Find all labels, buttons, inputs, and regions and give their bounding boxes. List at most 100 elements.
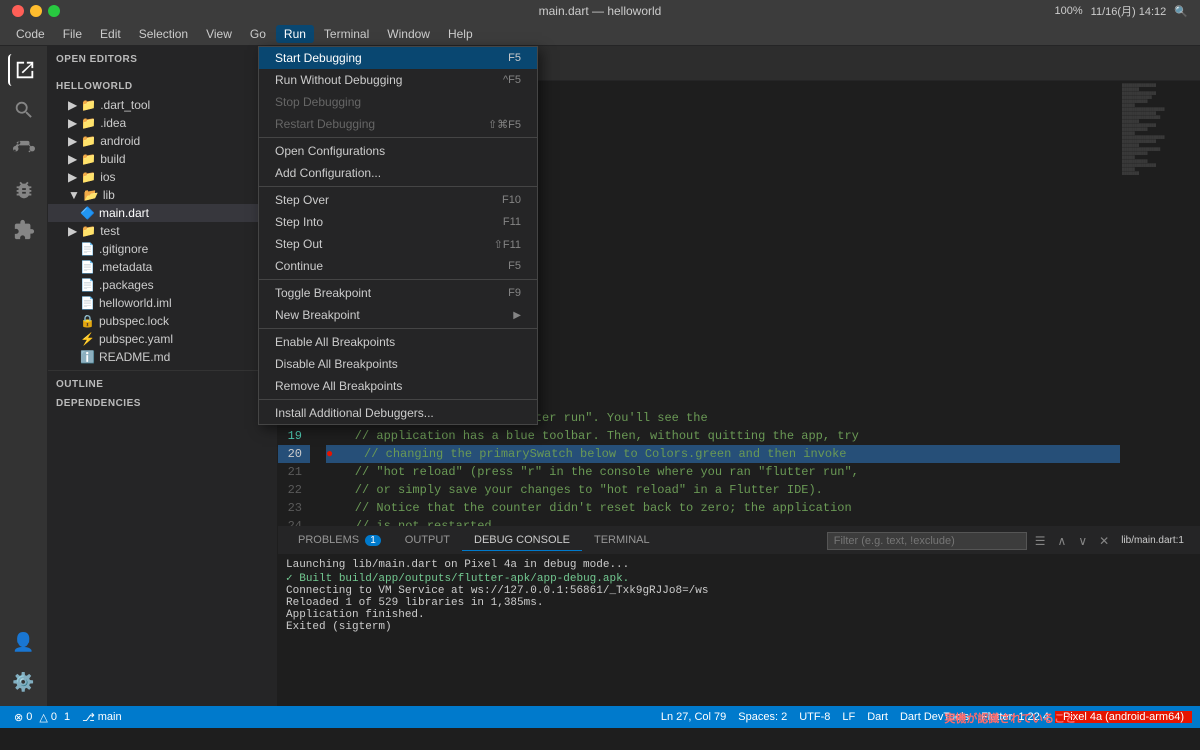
explorer-section: HELLOWORLD ▶ 📁 .dart_tool ▶ 📁 .idea ▶ 📁 … bbox=[48, 73, 277, 370]
activity-bottom: 👤 ⚙️ bbox=[8, 626, 40, 698]
menu-file[interactable]: File bbox=[55, 25, 90, 43]
sidebar-item-pubspec-lock[interactable]: 🔒 pubspec.lock bbox=[48, 312, 277, 330]
activity-extensions[interactable] bbox=[8, 214, 40, 246]
menu-continue[interactable]: Continue F5 bbox=[259, 255, 537, 277]
sidebar-item-idea[interactable]: ▶ 📁 .idea bbox=[48, 114, 277, 132]
activity-debug[interactable] bbox=[8, 174, 40, 206]
search-icon[interactable]: 🔍 bbox=[1174, 5, 1188, 18]
maximize-btn[interactable] bbox=[48, 5, 60, 17]
menu-code[interactable]: Code bbox=[8, 25, 53, 43]
menu-add-configuration[interactable]: Add Configuration... bbox=[259, 162, 537, 184]
statusbar-errors[interactable]: ⊗ 0 △ 0 1 bbox=[8, 711, 76, 724]
folder-icon: 📁 bbox=[81, 224, 96, 238]
lock-icon: 🔒 bbox=[80, 314, 95, 328]
file-icon: ℹ️ bbox=[80, 350, 95, 364]
chevron-right-icon: ▶ bbox=[68, 224, 77, 238]
panel-tab-problems[interactable]: PROBLEMS 1 bbox=[286, 530, 393, 551]
statusbar-language[interactable]: Dart bbox=[861, 711, 894, 723]
panel-list-view-icon[interactable]: ☰ bbox=[1031, 532, 1050, 550]
file-icon: 📄 bbox=[80, 260, 95, 274]
panel-content: Launching lib/main.dart on Pixel 4a in d… bbox=[278, 555, 1200, 706]
menu-selection[interactable]: Selection bbox=[131, 25, 196, 43]
menu-install-additional-debuggers[interactable]: Install Additional Debuggers... bbox=[259, 402, 537, 424]
panel-down-icon[interactable]: ∨ bbox=[1074, 532, 1091, 550]
menu-step-out[interactable]: Step Out ⇧F11 bbox=[259, 233, 537, 255]
menu-window[interactable]: Window bbox=[379, 25, 438, 43]
panel-tab-output[interactable]: OUTPUT bbox=[393, 530, 462, 551]
sidebar-item-lib[interactable]: ▼ 📂 lib bbox=[48, 186, 277, 204]
separator bbox=[259, 328, 537, 329]
dependencies-section[interactable]: DEPENDENCIES bbox=[48, 394, 277, 413]
minimap: ████████████████ ████████ ██████████████… bbox=[1120, 81, 1200, 526]
close-btn[interactable] bbox=[12, 5, 24, 17]
sidebar-item-main-dart[interactable]: 🔷 main.dart bbox=[48, 204, 277, 222]
sidebar-item-readme[interactable]: ℹ️ README.md bbox=[48, 348, 277, 366]
sidebar: OPEN EDITORS HELLOWORLD ▶ 📁 .dart_tool ▶… bbox=[48, 46, 278, 706]
chevron-right-icon: ▶ bbox=[68, 134, 77, 148]
menu-go[interactable]: Go bbox=[242, 25, 274, 43]
menu-terminal[interactable]: Terminal bbox=[316, 25, 377, 43]
sidebar-item-test[interactable]: ▶ 📁 test bbox=[48, 222, 277, 240]
sidebar-item-ios[interactable]: ▶ 📁 ios bbox=[48, 168, 277, 186]
activity-search[interactable] bbox=[8, 94, 40, 126]
panel-tab-terminal[interactable]: TERMINAL bbox=[582, 530, 662, 551]
menu-toggle-breakpoint[interactable]: Toggle Breakpoint F9 bbox=[259, 282, 537, 304]
statusbar-encoding[interactable]: UTF-8 bbox=[793, 711, 836, 723]
sidebar-item-iml[interactable]: 📄 helloworld.iml bbox=[48, 294, 277, 312]
menu-restart-debugging: Restart Debugging ⇧⌘F5 bbox=[259, 113, 537, 135]
minimize-btn[interactable] bbox=[30, 5, 42, 17]
panel-line: Connecting to VM Service at ws://127.0.0… bbox=[286, 585, 1192, 597]
menu-view[interactable]: View bbox=[198, 25, 240, 43]
panel: PROBLEMS 1 OUTPUT DEBUG CONSOLE TERMINAL… bbox=[278, 526, 1200, 706]
menu-edit[interactable]: Edit bbox=[92, 25, 129, 43]
panel-filter-input[interactable] bbox=[827, 532, 1027, 550]
menu-run-without-debugging[interactable]: Run Without Debugging ^F5 bbox=[259, 69, 537, 91]
run-dropdown-menu: Start Debugging F5 Run Without Debugging… bbox=[258, 46, 538, 425]
code-line: // Notice that the counter didn't reset … bbox=[326, 499, 1120, 517]
activity-explorer[interactable] bbox=[8, 54, 40, 86]
separator bbox=[259, 399, 537, 400]
panel-tabs: PROBLEMS 1 OUTPUT DEBUG CONSOLE TERMINAL… bbox=[278, 527, 1200, 555]
panel-close-icon[interactable]: ✕ bbox=[1095, 532, 1113, 550]
menu-run[interactable]: Run bbox=[276, 25, 314, 43]
sidebar-item-build[interactable]: ▶ 📁 build bbox=[48, 150, 277, 168]
explorer-header[interactable]: HELLOWORLD bbox=[48, 77, 277, 96]
menu-disable-all-breakpoints[interactable]: Disable All Breakpoints bbox=[259, 353, 537, 375]
chevron-down-icon: ▼ bbox=[68, 188, 80, 202]
activity-account[interactable]: 👤 bbox=[8, 626, 40, 658]
sidebar-item-android[interactable]: ▶ 📁 android bbox=[48, 132, 277, 150]
sidebar-item-pubspec-yaml[interactable]: ⚡ pubspec.yaml bbox=[48, 330, 277, 348]
panel-line: Launching lib/main.dart on Pixel 4a in d… bbox=[286, 559, 1192, 571]
open-editors-section: OPEN EDITORS bbox=[48, 46, 277, 73]
menu-enable-all-breakpoints[interactable]: Enable All Breakpoints bbox=[259, 331, 537, 353]
sidebar-item-dart-tool[interactable]: ▶ 📁 .dart_tool bbox=[48, 96, 277, 114]
menu-help[interactable]: Help bbox=[440, 25, 481, 43]
sidebar-item-packages[interactable]: 📄 .packages bbox=[48, 276, 277, 294]
statusbar-eol[interactable]: LF bbox=[836, 711, 861, 723]
folder-icon: 📁 bbox=[81, 134, 96, 148]
outline-section[interactable]: OUTLINE bbox=[48, 375, 277, 394]
menu-remove-all-breakpoints[interactable]: Remove All Breakpoints bbox=[259, 375, 537, 397]
panel-line: Exited (sigterm) bbox=[286, 621, 1192, 633]
yaml-icon: ⚡ bbox=[80, 332, 95, 346]
panel-line: ✓ Built build/app/outputs/flutter-apk/ap… bbox=[286, 571, 1192, 585]
separator bbox=[259, 137, 537, 138]
menu-step-into[interactable]: Step Into F11 bbox=[259, 211, 537, 233]
sidebar-item-gitignore[interactable]: 📄 .gitignore bbox=[48, 240, 277, 258]
panel-up-icon[interactable]: ∧ bbox=[1054, 532, 1071, 550]
warning-icon: △ bbox=[39, 711, 47, 724]
sidebar-item-metadata[interactable]: 📄 .metadata bbox=[48, 258, 277, 276]
statusbar-position[interactable]: Ln 27, Col 79 bbox=[655, 711, 732, 723]
main-layout: 👤 ⚙️ OPEN EDITORS HELLOWORLD ▶ 📁 .dart_t… bbox=[0, 46, 1200, 706]
menu-step-over[interactable]: Step Over F10 bbox=[259, 189, 537, 211]
statusbar-git[interactable]: ⎇ main bbox=[76, 711, 128, 724]
file-icon: 📄 bbox=[80, 242, 95, 256]
menu-start-debugging[interactable]: Start Debugging F5 bbox=[259, 47, 537, 69]
activity-settings[interactable]: ⚙️ bbox=[8, 666, 40, 698]
menu-new-breakpoint[interactable]: New Breakpoint ▶ bbox=[259, 304, 537, 326]
menu-open-configurations[interactable]: Open Configurations bbox=[259, 140, 537, 162]
statusbar-spaces[interactable]: Spaces: 2 bbox=[732, 711, 793, 723]
activity-source-control[interactable] bbox=[8, 134, 40, 166]
panel-tab-debug-console[interactable]: DEBUG CONSOLE bbox=[462, 530, 582, 551]
open-editors-header[interactable]: OPEN EDITORS bbox=[48, 50, 277, 69]
